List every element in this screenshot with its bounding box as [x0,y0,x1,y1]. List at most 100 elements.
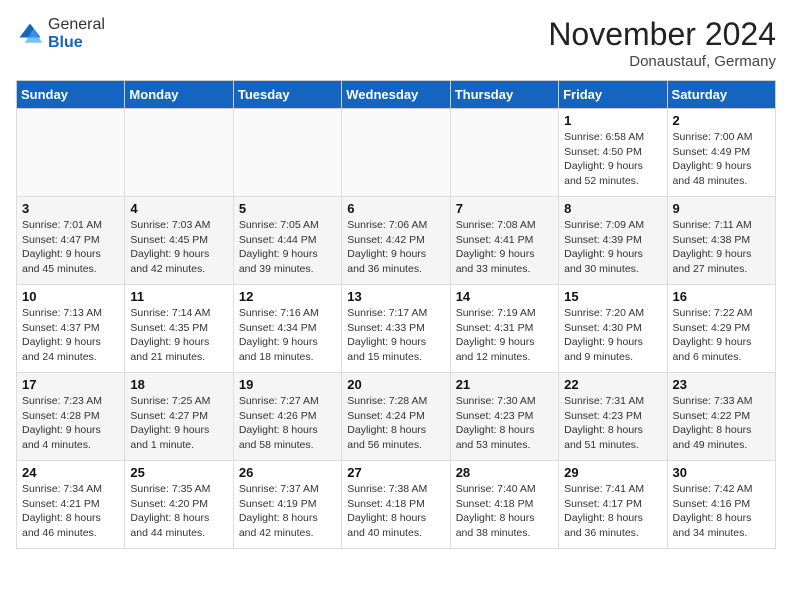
day-detail: Sunrise: 7:27 AM Sunset: 4:26 PM Dayligh… [239,394,337,453]
day-number: 3 [22,201,120,216]
calendar-cell [342,109,450,197]
day-detail: Sunrise: 7:06 AM Sunset: 4:42 PM Dayligh… [347,218,445,277]
day-number: 2 [673,113,771,128]
calendar-cell: 1Sunrise: 6:58 AM Sunset: 4:50 PM Daylig… [559,109,667,197]
day-number: 23 [673,377,771,392]
day-number: 13 [347,289,445,304]
day-detail: Sunrise: 7:13 AM Sunset: 4:37 PM Dayligh… [22,306,120,365]
calendar-cell: 27 Sunrise: 7:38 AM Sunset: 4:18 PM Dayli… [342,461,450,549]
calendar-cell: 18 Sunrise: 7:25 AM Sunset: 4:27 PM Dayli… [125,373,233,461]
day-number: 17 [22,377,120,392]
calendar-cell: 15 Sunrise: 7:20 AM Sunset: 4:30 PM Dayli… [559,285,667,373]
day-detail: Sunrise: 7:01 AM Sunset: 4:47 PM Dayligh… [22,218,120,277]
weekday-header-thursday: Thursday [450,81,558,109]
day-detail: Sunrise: 7:17 AM Sunset: 4:33 PM Dayligh… [347,306,445,365]
day-detail: Sunrise: 7:28 AM Sunset: 4:24 PM Dayligh… [347,394,445,453]
day-detail: Sunrise: 7:16 AM Sunset: 4:34 PM Dayligh… [239,306,337,365]
day-detail: Sunrise: 7:41 AM Sunset: 4:17 PM Dayligh… [564,482,662,541]
weekday-header-sunday: Sunday [17,81,125,109]
day-number: 6 [347,201,445,216]
calendar-cell: 16Sunrise: 7:22 AM Sunset: 4:29 PM Dayli… [667,285,775,373]
day-detail: Sunrise: 7:00 AM Sunset: 4:49 PM Dayligh… [673,130,771,189]
calendar-cell: 26 Sunrise: 7:37 AM Sunset: 4:19 PM Dayli… [233,461,341,549]
day-detail: Sunrise: 7:40 AM Sunset: 4:18 PM Dayligh… [456,482,554,541]
calendar-cell [125,109,233,197]
week-row-2: 3 Sunrise: 7:01 AM Sunset: 4:47 PM Daylig… [17,197,776,285]
calendar-cell: 20Sunrise: 7:28 AM Sunset: 4:24 PM Dayli… [342,373,450,461]
day-detail: Sunrise: 7:20 AM Sunset: 4:30 PM Dayligh… [564,306,662,365]
day-number: 11 [130,289,228,304]
title-area: November 2024 Donaustauf, Germany [548,16,776,70]
day-detail: Sunrise: 7:09 AM Sunset: 4:39 PM Dayligh… [564,218,662,277]
calendar-cell [17,109,125,197]
day-detail: Sunrise: 7:22 AM Sunset: 4:29 PM Dayligh… [673,306,771,365]
month-title: November 2024 [548,16,776,53]
day-detail: Sunrise: 7:25 AM Sunset: 4:27 PM Dayligh… [130,394,228,453]
day-detail: Sunrise: 7:05 AM Sunset: 4:44 PM Dayligh… [239,218,337,277]
day-number: 8 [564,201,662,216]
day-number: 1 [564,113,662,128]
calendar-table: SundayMondayTuesdayWednesdayThursdayFrid… [16,80,776,549]
day-number: 22 [564,377,662,392]
day-number: 28 [456,465,554,480]
day-number: 12 [239,289,337,304]
calendar-cell: 4 Sunrise: 7:03 AM Sunset: 4:45 PM Daylig… [125,197,233,285]
day-detail: Sunrise: 7:08 AM Sunset: 4:41 PM Dayligh… [456,218,554,277]
day-number: 27 [347,465,445,480]
weekday-header-tuesday: Tuesday [233,81,341,109]
day-number: 24 [22,465,120,480]
calendar-cell: 6 Sunrise: 7:06 AM Sunset: 4:42 PM Daylig… [342,197,450,285]
calendar-cell: 8 Sunrise: 7:09 AM Sunset: 4:39 PM Daylig… [559,197,667,285]
day-number: 19 [239,377,337,392]
day-number: 15 [564,289,662,304]
week-row-1: 1Sunrise: 6:58 AM Sunset: 4:50 PM Daylig… [17,109,776,197]
day-detail: Sunrise: 7:31 AM Sunset: 4:23 PM Dayligh… [564,394,662,453]
week-row-3: 10 Sunrise: 7:13 AM Sunset: 4:37 PM Dayli… [17,285,776,373]
calendar-cell: 23 Sunrise: 7:33 AM Sunset: 4:22 PM Dayli… [667,373,775,461]
day-number: 18 [130,377,228,392]
logo-icon [16,20,44,48]
logo-text: General Blue [48,16,105,51]
day-number: 30 [673,465,771,480]
calendar-cell: 5Sunrise: 7:05 AM Sunset: 4:44 PM Daylig… [233,197,341,285]
day-number: 7 [456,201,554,216]
logo: General Blue [16,16,105,51]
calendar-cell [450,109,558,197]
day-number: 9 [673,201,771,216]
day-detail: Sunrise: 7:14 AM Sunset: 4:35 PM Dayligh… [130,306,228,365]
calendar-cell: 30 Sunrise: 7:42 AM Sunset: 4:16 PM Dayli… [667,461,775,549]
calendar-cell: 2 Sunrise: 7:00 AM Sunset: 4:49 PM Daylig… [667,109,775,197]
day-detail: Sunrise: 7:34 AM Sunset: 4:21 PM Dayligh… [22,482,120,541]
day-number: 25 [130,465,228,480]
calendar-cell: 11 Sunrise: 7:14 AM Sunset: 4:35 PM Dayli… [125,285,233,373]
calendar-cell: 9 Sunrise: 7:11 AM Sunset: 4:38 PM Daylig… [667,197,775,285]
weekday-header-wednesday: Wednesday [342,81,450,109]
calendar-cell: 19 Sunrise: 7:27 AM Sunset: 4:26 PM Dayli… [233,373,341,461]
day-number: 21 [456,377,554,392]
calendar-cell: 7 Sunrise: 7:08 AM Sunset: 4:41 PM Daylig… [450,197,558,285]
calendar-cell: 29 Sunrise: 7:41 AM Sunset: 4:17 PM Dayli… [559,461,667,549]
page-header: General Blue November 2024 Donaustauf, G… [16,16,776,70]
day-detail: Sunrise: 7:03 AM Sunset: 4:45 PM Dayligh… [130,218,228,277]
day-detail: Sunrise: 7:35 AM Sunset: 4:20 PM Dayligh… [130,482,228,541]
calendar-cell [233,109,341,197]
day-detail: Sunrise: 7:42 AM Sunset: 4:16 PM Dayligh… [673,482,771,541]
day-number: 4 [130,201,228,216]
weekday-header-saturday: Saturday [667,81,775,109]
day-number: 29 [564,465,662,480]
calendar-cell: 22 Sunrise: 7:31 AM Sunset: 4:23 PM Dayli… [559,373,667,461]
day-detail: Sunrise: 7:11 AM Sunset: 4:38 PM Dayligh… [673,218,771,277]
day-detail: Sunrise: 7:38 AM Sunset: 4:18 PM Dayligh… [347,482,445,541]
calendar-cell: 24 Sunrise: 7:34 AM Sunset: 4:21 PM Dayli… [17,461,125,549]
day-detail: Sunrise: 7:23 AM Sunset: 4:28 PM Dayligh… [22,394,120,453]
weekday-header-row: SundayMondayTuesdayWednesdayThursdayFrid… [17,81,776,109]
day-number: 10 [22,289,120,304]
day-detail: Sunrise: 7:37 AM Sunset: 4:19 PM Dayligh… [239,482,337,541]
day-number: 26 [239,465,337,480]
day-detail: Sunrise: 7:33 AM Sunset: 4:22 PM Dayligh… [673,394,771,453]
weekday-header-friday: Friday [559,81,667,109]
calendar-cell: 25 Sunrise: 7:35 AM Sunset: 4:20 PM Dayli… [125,461,233,549]
week-row-4: 17 Sunrise: 7:23 AM Sunset: 4:28 PM Dayli… [17,373,776,461]
logo-blue: Blue [48,34,105,52]
day-detail: Sunrise: 7:30 AM Sunset: 4:23 PM Dayligh… [456,394,554,453]
